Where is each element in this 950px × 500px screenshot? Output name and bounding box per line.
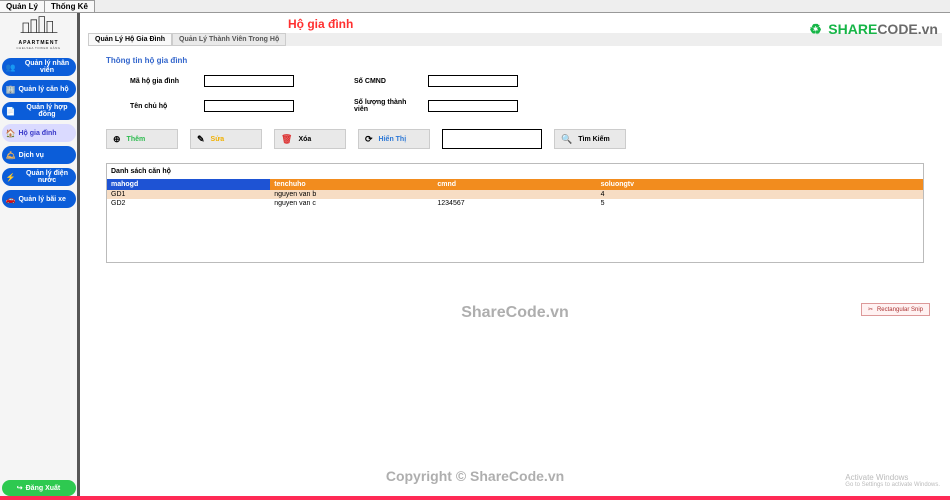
table-cell: 1234567	[433, 199, 596, 208]
list-title: Danh sách căn hộ	[107, 164, 923, 179]
table-cell: 5	[597, 199, 923, 208]
show-button[interactable]: ⟳Hiển Thị	[358, 129, 430, 149]
sidebar-item-hopdong[interactable]: 📄Quản lý hợp đồng	[2, 102, 76, 120]
content-area: Hộ gia đình Quản Lý Hộ Gia Đình Quản Lý …	[80, 13, 950, 500]
activate-windows: Activate Windows Go to Settings to activ…	[845, 473, 940, 488]
label-mahogiadinh: Mã hộ gia đình	[130, 78, 190, 85]
sidebar-item-diennuoc[interactable]: ⚡Quản lý điện nước	[2, 168, 76, 186]
button-row: ⊕Thêm ✎Sửa 🗑Xóa ⟳Hiển Thị 🔍Tìm Kiếm	[106, 129, 924, 149]
bottom-red-bar	[0, 496, 950, 500]
input-soluongtv[interactable]	[428, 100, 518, 112]
recycle-icon	[809, 21, 825, 37]
search-button[interactable]: 🔍Tìm Kiếm	[554, 129, 626, 149]
table-cell	[433, 190, 596, 199]
trash-icon: 🗑	[281, 134, 292, 145]
refresh-icon: ⟳	[365, 134, 373, 145]
table-cell: nguyen van b	[270, 190, 433, 199]
form-title: Thông tin hộ gia đình	[106, 56, 924, 65]
label-tenchuho: Tên chủ hộ	[130, 103, 190, 110]
building-icon: 🏢	[6, 85, 16, 94]
data-grid[interactable]: mahogd tenchuho cmnd soluongtv GD1nguyen…	[107, 179, 923, 208]
edit-icon: ✎	[197, 134, 205, 145]
top-menu-bar: Quản Lý Thống Kê	[0, 0, 950, 13]
col-cmnd[interactable]: cmnd	[433, 179, 596, 190]
home-icon: 🏠	[6, 129, 16, 138]
table-row[interactable]: GD1nguyen van b 4	[107, 190, 923, 199]
tab-quanly-thanhvien[interactable]: Quản Lý Thành Viên Trong Hộ	[172, 33, 286, 46]
people-icon: 👥	[6, 63, 16, 72]
sidebar-item-baixe[interactable]: 🚗Quản lý bãi xe	[2, 190, 76, 208]
label-socmnd: Số CMND	[354, 78, 414, 85]
sharecode-logo: SHARECODE.vn	[809, 21, 938, 37]
add-button[interactable]: ⊕Thêm	[106, 129, 178, 149]
snip-icon: ✂	[868, 306, 873, 313]
logout-button[interactable]: ↪Đăng Xuất	[2, 480, 76, 496]
watermark-copyright: Copyright © ShareCode.vn	[386, 468, 564, 484]
form-panel: Thông tin hộ gia đình Mã hộ gia đình Số …	[106, 56, 924, 113]
plus-icon: ⊕	[113, 134, 121, 145]
label-soluongtv: Số lượng thành viên	[354, 99, 414, 113]
app-logo: APARTMENT CHELSEA TOWER HÀNG	[4, 15, 74, 50]
col-mahogd[interactable]: mahogd	[107, 179, 270, 190]
sidebar-item-canho[interactable]: 🏢Quản lý căn hộ	[2, 80, 76, 98]
delete-button[interactable]: 🗑Xóa	[274, 129, 346, 149]
tab-quanly-hogiadinh[interactable]: Quản Lý Hộ Gia Đình	[88, 33, 172, 46]
logout-icon: ↪	[17, 484, 23, 492]
list-panel: Danh sách căn hộ mahogd tenchuho cmnd so…	[106, 163, 924, 263]
table-cell: nguyen van c	[270, 199, 433, 208]
table-cell: 4	[597, 190, 923, 199]
input-tenchuho[interactable]	[204, 100, 294, 112]
service-icon: 🛎	[6, 151, 16, 160]
document-icon: 📄	[6, 107, 16, 116]
sidebar-item-nhanvien[interactable]: 👥Quản lý nhân viên	[2, 58, 76, 76]
top-tab-thongke[interactable]: Thống Kê	[45, 0, 95, 12]
table-cell: GD1	[107, 190, 270, 199]
car-icon: 🚗	[6, 195, 16, 204]
col-tenchuho[interactable]: tenchuho	[270, 179, 433, 190]
search-input[interactable]	[442, 129, 542, 149]
edit-button[interactable]: ✎Sửa	[190, 129, 262, 149]
sidebar-item-hogiadinh[interactable]: 🏠Hộ gia đình	[2, 124, 76, 142]
rectangular-snip-overlay: ✂ Rectangular Snip	[861, 303, 930, 316]
top-tab-quanly[interactable]: Quản Lý	[0, 0, 45, 12]
input-mahogiadinh[interactable]	[204, 75, 294, 87]
sidebar-item-dichvu[interactable]: 🛎Dịch vụ	[2, 146, 76, 164]
sidebar: APARTMENT CHELSEA TOWER HÀNG 👥Quản lý nh…	[0, 13, 80, 500]
power-icon: ⚡	[6, 173, 16, 182]
watermark-center: ShareCode.vn	[461, 304, 569, 322]
col-soluongtv[interactable]: soluongtv	[597, 179, 923, 190]
table-cell: GD2	[107, 199, 270, 208]
table-row[interactable]: GD2nguyen van c12345675	[107, 199, 923, 208]
search-icon: 🔍	[561, 134, 572, 145]
input-socmnd[interactable]	[428, 75, 518, 87]
